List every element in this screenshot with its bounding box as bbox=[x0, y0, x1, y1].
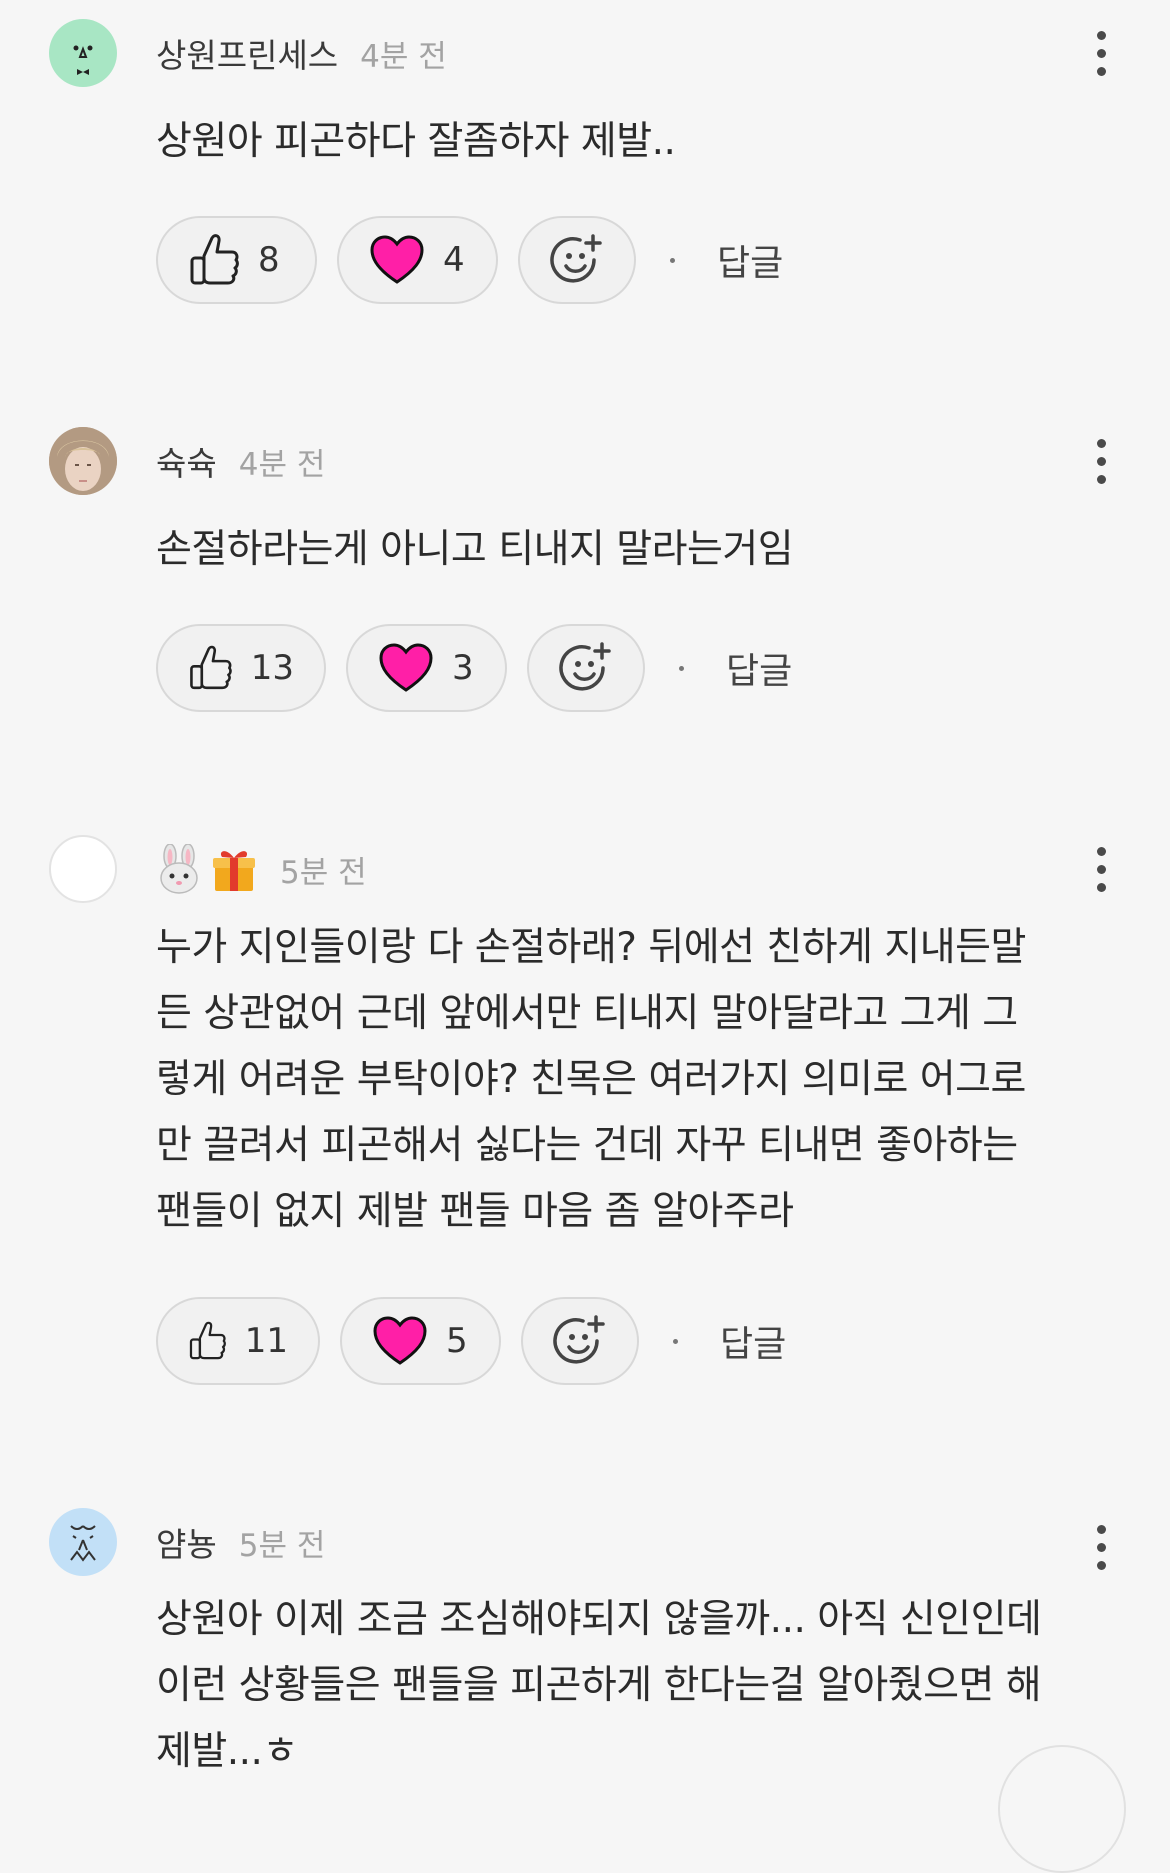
add-emoji-icon bbox=[559, 642, 611, 691]
author-name[interactable] bbox=[156, 844, 258, 894]
reaction-bar: 13 3 답글 bbox=[156, 624, 792, 712]
separator-dot bbox=[670, 257, 675, 263]
reply-button[interactable]: 답글 bbox=[726, 642, 792, 694]
comment-text: 상원아 이제 조금 조심해야되지 않을까... 아직 신인인데 이런 상황들은 … bbox=[156, 1587, 1116, 1785]
like-count: 11 bbox=[244, 1321, 288, 1361]
like-button[interactable]: 11 bbox=[156, 1297, 320, 1385]
reaction-bar: 11 5 답글 bbox=[156, 1297, 786, 1385]
gift-icon bbox=[213, 851, 255, 891]
comment-meta: 5분 전 bbox=[156, 835, 367, 903]
reaction-bar: 8 4 답글 bbox=[156, 216, 783, 304]
heart-button[interactable]: 3 bbox=[346, 624, 507, 712]
blue-face-avatar[interactable] bbox=[49, 1508, 117, 1576]
comment-text: 누가 지인들이랑 다 손절하래? 뒤에선 친하게 지내든말 든 상관없어 근데 … bbox=[156, 915, 1116, 1245]
comment-text: 손절하라는게 아니고 티내지 말라는거임 bbox=[156, 527, 794, 572]
add-reaction-button[interactable] bbox=[521, 1297, 639, 1385]
separator-dot bbox=[673, 1338, 678, 1344]
heart-count: 5 bbox=[446, 1321, 468, 1361]
more-options-icon[interactable] bbox=[1086, 839, 1116, 899]
like-count: 8 bbox=[258, 240, 280, 280]
separator-dot bbox=[679, 665, 684, 671]
timestamp: 5분 전 bbox=[238, 1527, 326, 1564]
more-options-icon[interactable] bbox=[1086, 23, 1116, 83]
heart-count: 3 bbox=[452, 648, 474, 688]
add-emoji-icon bbox=[550, 234, 602, 283]
more-options-icon[interactable] bbox=[1086, 431, 1116, 491]
heart-icon bbox=[370, 235, 424, 284]
timestamp: 5분 전 bbox=[280, 854, 367, 891]
heart-button[interactable]: 5 bbox=[340, 1297, 501, 1385]
heart-button[interactable]: 4 bbox=[337, 216, 498, 304]
reply-button[interactable]: 답글 bbox=[717, 234, 783, 286]
add-reaction-button[interactable] bbox=[527, 624, 645, 712]
comment-text-line: 제발...ㅎ bbox=[156, 1729, 298, 1774]
comment-text-line: 든 상관없어 근데 앞에서만 티내지 말아달라고 그게 그 bbox=[156, 991, 1018, 1036]
comment-text-line: 팬들이 없지 제발 팬들 마음 좀 알아주라 bbox=[156, 1189, 794, 1234]
blank-avatar[interactable] bbox=[49, 835, 117, 903]
timestamp: 4분 전 bbox=[360, 38, 447, 75]
thumbs-up-icon bbox=[190, 645, 232, 690]
comment-meta: 상원프린세스 4분 전 bbox=[156, 19, 447, 87]
comment-text-line: 누가 지인들이랑 다 손절하래? 뒤에선 친하게 지내든말 bbox=[156, 925, 1026, 970]
comment-text-line: 이런 상황들은 팬들을 피곤하게 한다는걸 알아줬으면 해 bbox=[156, 1663, 1042, 1708]
heart-count: 4 bbox=[443, 240, 465, 280]
author-name[interactable]: 상원프린세스 bbox=[156, 29, 338, 77]
heart-icon bbox=[379, 643, 433, 692]
author-name[interactable]: 얌뇽 bbox=[156, 1518, 217, 1566]
like-count: 13 bbox=[250, 648, 294, 688]
author-name[interactable]: 슉슉 bbox=[156, 437, 217, 485]
add-emoji-icon bbox=[553, 1315, 605, 1364]
heart-icon bbox=[373, 1316, 427, 1365]
green-face-avatar[interactable] bbox=[49, 19, 117, 87]
floating-action-button[interactable] bbox=[998, 1745, 1126, 1873]
comment-text-line: 만 끌려서 피곤해서 싫다는 건데 자꾸 티내면 좋아하는 bbox=[156, 1123, 1018, 1168]
comment-text: 상원아 피곤하다 잘좀하자 제발.. bbox=[156, 119, 676, 164]
photo-avatar[interactable] bbox=[49, 427, 117, 495]
timestamp: 4분 전 bbox=[238, 446, 326, 483]
thumbs-up-icon bbox=[190, 234, 239, 285]
comment-text-line: 상원아 이제 조금 조심해야되지 않을까... 아직 신인인데 bbox=[156, 1597, 1042, 1642]
comment-meta: 슉슉 4분 전 bbox=[156, 427, 325, 495]
reply-button[interactable]: 답글 bbox=[720, 1315, 786, 1367]
more-options-icon[interactable] bbox=[1086, 1517, 1116, 1577]
rabbit-icon bbox=[160, 844, 198, 894]
like-button[interactable]: 8 bbox=[156, 216, 317, 304]
comment-text-line: 렇게 어려운 부탁이야? 친목은 여러가지 의미로 어그로 bbox=[156, 1057, 1026, 1102]
add-reaction-button[interactable] bbox=[518, 216, 636, 304]
comment-meta: 얌뇽 5분 전 bbox=[156, 1508, 325, 1576]
thumbs-up-icon bbox=[189, 1321, 226, 1360]
like-button[interactable]: 13 bbox=[156, 624, 326, 712]
